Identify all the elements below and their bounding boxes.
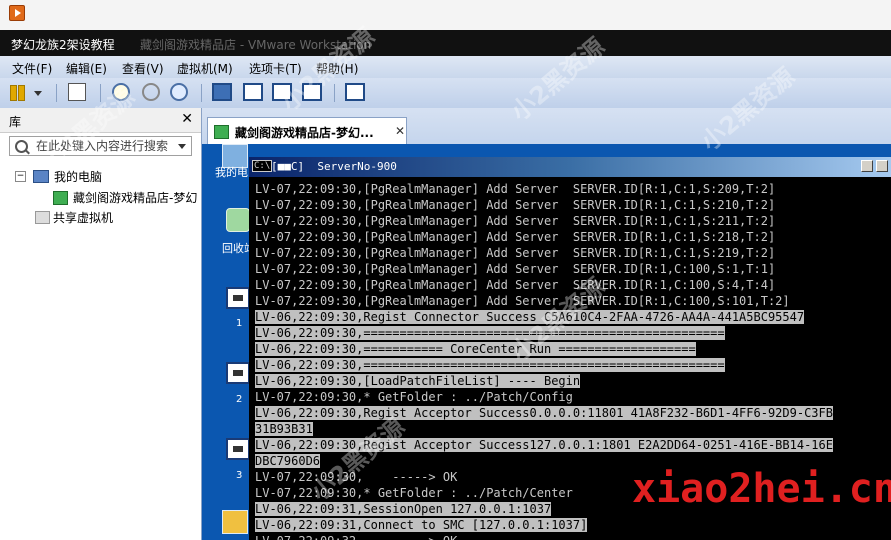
revert-snapshot-icon[interactable] xyxy=(142,83,160,101)
selected-text: DBC7960D6 xyxy=(255,454,321,468)
pause-icon[interactable] xyxy=(10,83,25,101)
menu-edit[interactable]: 编辑(E) xyxy=(66,60,107,77)
maximize-icon[interactable] xyxy=(876,160,888,172)
toolbar-separator xyxy=(56,84,57,102)
selected-text: 31B93B31 xyxy=(255,422,313,436)
show-library-icon[interactable] xyxy=(212,83,232,101)
shortcut-label: 1 xyxy=(236,318,243,329)
console-view-icon[interactable] xyxy=(345,83,365,101)
console-line: LV-06,22:09:30,=========================… xyxy=(249,357,891,373)
console-line: LV-06,22:09:31,Connect to SMC [127.0.0.1… xyxy=(249,517,891,533)
folder-icon[interactable] xyxy=(222,510,248,534)
shortcut-label: 2 xyxy=(236,394,243,405)
selected-text: LV-06,22:09:30,=========== CoreCenter Ru… xyxy=(255,342,696,356)
window-title: 梦幻龙族2架设教程 xyxy=(11,38,115,52)
console-line: LV-07,22:09:30,[PgRealmManager] Add Serv… xyxy=(255,246,776,260)
tree-item-label: 共享虚拟机 xyxy=(53,211,114,225)
watermark-url: xiao2hei.cn xyxy=(632,466,891,512)
selected-text: LV-06,22:09:31,Connect to SMC [127.0.0.1… xyxy=(255,518,588,532)
cmd-icon: C:\ xyxy=(252,160,273,172)
tab-vm[interactable]: 藏剑阁游戏精品店-梦幻... ✕ xyxy=(207,117,407,144)
vmware-app-icon xyxy=(9,5,25,21)
console-line: LV-07,22:09:30,* GetFolder : ../Patch/Co… xyxy=(255,390,573,404)
power-dropdown-icon[interactable] xyxy=(34,91,42,96)
toolbar-separator xyxy=(201,84,202,102)
console-title: [■■C] ServerNo-900 xyxy=(271,160,397,173)
console-titlebar: C:\ [■■C] ServerNo-900 xyxy=(249,157,891,177)
menu-file[interactable]: 文件(F) xyxy=(12,60,52,77)
library-title: 库 xyxy=(9,115,22,129)
console-line: LV-06,22:09:30,=========== CoreCenter Ru… xyxy=(249,341,891,357)
console-line: LV-07,22:09:30,[PgRealmManager] Add Serv… xyxy=(255,182,776,196)
console-line: LV-07,22:09:30,[PgRealmManager] Add Serv… xyxy=(255,230,776,244)
toolbar-separator xyxy=(334,84,335,102)
menu-vm[interactable]: 虚拟机(M) xyxy=(177,60,233,77)
vm-running-icon xyxy=(214,125,229,139)
console-line: LV-07,22:09:30,[PgRealmManager] Add Serv… xyxy=(255,214,776,228)
selected-text: LV-06,22:09:30,=========================… xyxy=(255,326,725,340)
window-titlebar: 梦幻龙族2架设教程 藏剑阁游戏精品店 - VMware Workstation xyxy=(0,30,891,56)
chevron-down-icon[interactable] xyxy=(178,144,186,149)
shortcut-label: 3 xyxy=(236,470,243,481)
console-line: LV-06,22:09:30,[LoadPatchFileList] ---- … xyxy=(249,373,891,389)
shared-vm-icon xyxy=(35,211,50,224)
selected-text: LV-06,22:09:30,Regist Acceptor Success0.… xyxy=(255,406,833,420)
recycle-bin-icon[interactable] xyxy=(226,208,250,232)
app-shortcut-icon[interactable] xyxy=(226,438,250,460)
network-icon[interactable] xyxy=(68,83,86,101)
menu-view[interactable]: 查看(V) xyxy=(122,60,164,77)
tab-close-icon[interactable]: ✕ xyxy=(395,124,405,138)
console-line: LV-06,22:09:30,Regist Acceptor Success0.… xyxy=(249,405,891,421)
desktop-icon-label: 我的电 xyxy=(215,166,248,179)
vm-running-icon xyxy=(53,191,68,205)
vm-tab-strip: 藏剑阁游戏精品店-梦幻... ✕ xyxy=(202,108,891,144)
tree-item-label: 藏剑阁游戏精品店-梦幻 xyxy=(73,191,198,205)
app-shortcut-icon[interactable] xyxy=(226,362,250,384)
search-icon xyxy=(15,140,28,153)
tree-collapse-icon[interactable]: − xyxy=(15,171,26,182)
computer-icon xyxy=(33,170,49,183)
selected-text: LV-06,22:09:30,[LoadPatchFileList] ---- … xyxy=(255,374,581,388)
snapshot-manager-icon[interactable] xyxy=(170,83,188,101)
console-line: LV-07,22:09:30,[PgRealmManager] Add Serv… xyxy=(255,262,776,276)
tab-label: 藏剑阁游戏精品店-梦幻... xyxy=(235,126,374,140)
library-close-icon[interactable]: ✕ xyxy=(181,111,193,127)
selected-text: LV-06,22:09:30,=========================… xyxy=(255,358,725,372)
thumbnail-view-icon[interactable] xyxy=(243,83,263,101)
app-shortcut-icon[interactable] xyxy=(226,287,250,309)
console-line: LV-07,22:09:30,[PgRealmManager] Add Serv… xyxy=(255,198,776,212)
minimize-icon[interactable] xyxy=(861,160,873,172)
console-line: LV-07,22:09:32, -----> OK xyxy=(249,533,891,540)
app-top-strip xyxy=(0,0,891,30)
selected-text: LV-06,22:09:31,SessionOpen 127.0.0.1:103… xyxy=(255,502,552,516)
console-line: 31B93B31 xyxy=(249,421,891,437)
